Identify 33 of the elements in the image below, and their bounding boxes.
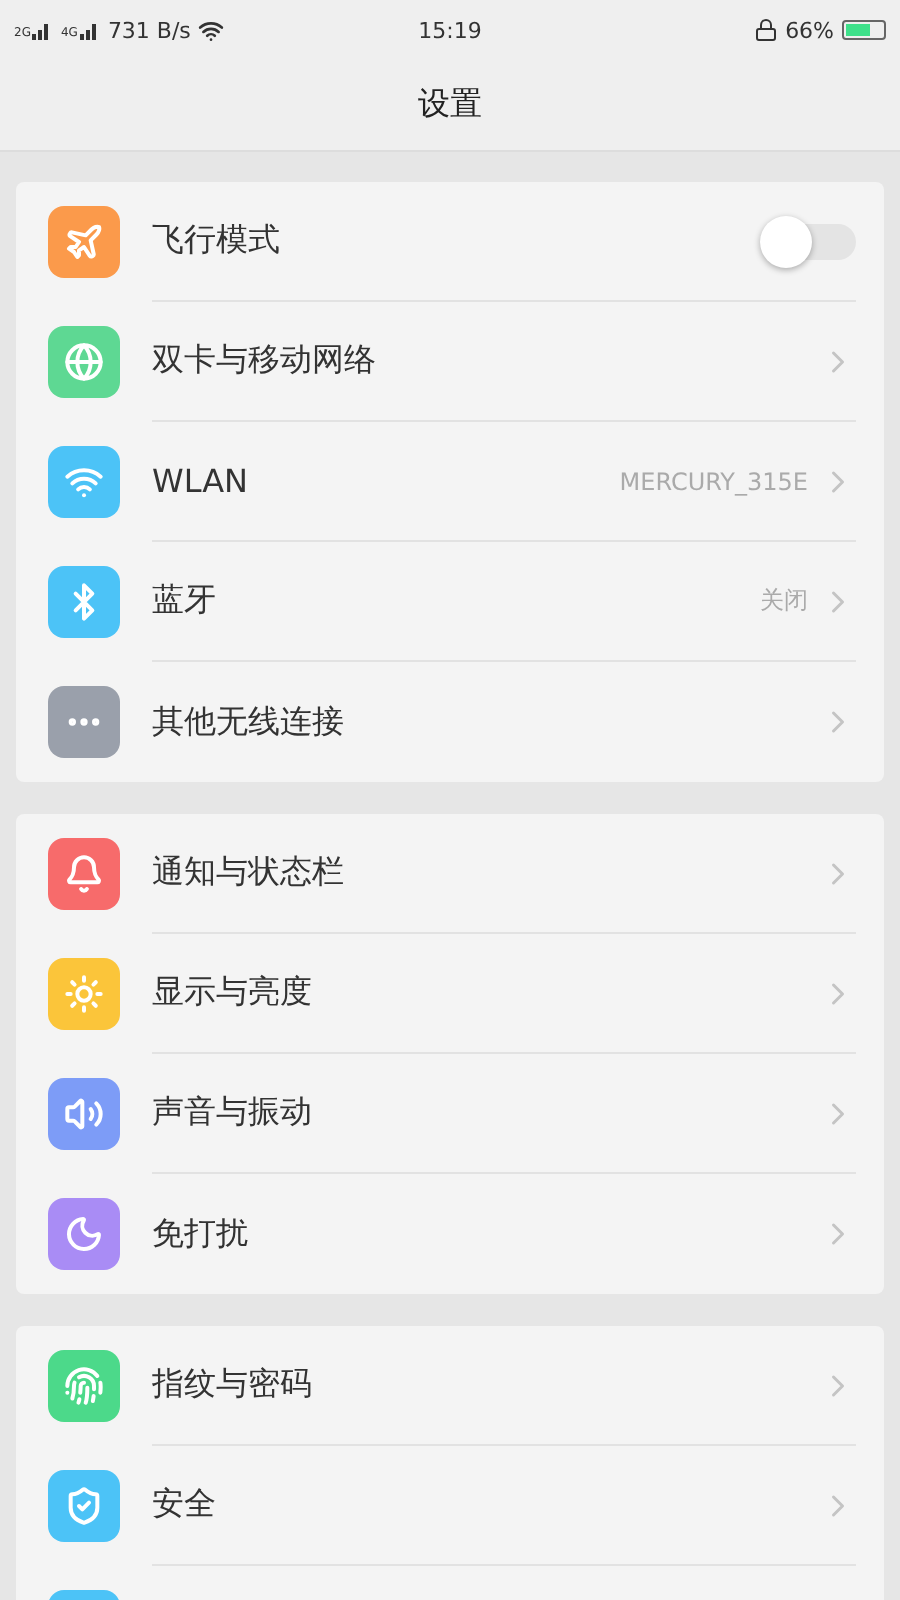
wifi-icon [198, 17, 225, 43]
settings-row[interactable]: 通知与状态栏 [16, 814, 884, 934]
settings-row[interactable]: 显示与亮度 [16, 934, 884, 1054]
row-label: 安全 [152, 1484, 218, 1526]
signal-icon [79, 20, 100, 40]
clock: 15:19 [418, 17, 482, 43]
row-value: 关闭 [760, 584, 808, 618]
settings-row[interactable]: 指纹与密码 [16, 1326, 884, 1446]
row-label: 双卡与移动网络 [152, 340, 378, 382]
row-label: 声音与振动 [152, 1092, 314, 1134]
row-label: 其他无线连接 [152, 701, 346, 743]
row-label: 飞行模式 [152, 220, 282, 262]
settings-row[interactable]: 安全 [16, 1446, 884, 1566]
row-label: 显示与亮度 [152, 972, 314, 1014]
page-title: 设置 [418, 84, 482, 126]
settings-row[interactable]: 飞行模式 [16, 182, 884, 302]
settings-row[interactable]: 声音与振动 [16, 1054, 884, 1174]
row-label: 通知与状态栏 [152, 852, 346, 894]
row-label: WLAN [152, 462, 251, 500]
settings-row[interactable]: 双卡与移动网络 [16, 302, 884, 422]
lock-icon [753, 18, 778, 42]
settings-row[interactable]: WLAN MERCURY_315E [16, 422, 884, 542]
battery-icon [842, 20, 887, 40]
settings-row[interactable]: 其他无线连接 [16, 662, 884, 782]
settings-row[interactable]: 蓝牙 关闭 [16, 542, 884, 662]
row-value: MERCURY_315E [619, 467, 808, 495]
signal-icon [32, 20, 53, 40]
network-speed: 731 B/s [107, 17, 191, 43]
row-label: 免打扰 [152, 1213, 250, 1255]
settings-row[interactable]: 免打扰 [16, 1174, 884, 1294]
row-label: 指纹与密码 [152, 1364, 314, 1406]
row-label: 蓝牙 [152, 580, 218, 622]
battery-percent: 66% [785, 17, 835, 43]
